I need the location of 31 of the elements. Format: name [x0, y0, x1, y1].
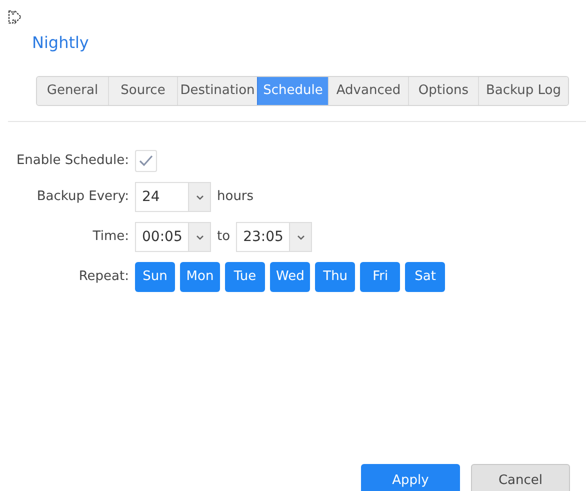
chevron-down-icon [196, 234, 204, 240]
tab[interactable]: Destination [177, 77, 257, 105]
dropdown[interactable]: 23:05 [236, 222, 312, 252]
range-separator: to [217, 228, 230, 246]
cursor-icon [8, 10, 22, 26]
apply-button[interactable]: Apply [361, 464, 460, 491]
page-title: Nightly [32, 32, 89, 54]
field-label: Backup Every: [36, 188, 130, 206]
field-label: Repeat: [78, 268, 130, 286]
unit-label: hours [217, 188, 254, 206]
day-toggle[interactable]: Mon [180, 262, 220, 292]
field-label: Enable Schedule: [15, 152, 130, 170]
checkmark-icon [139, 155, 153, 167]
chevron-down-icon [196, 194, 204, 200]
day-toggle[interactable]: Sat [405, 262, 446, 292]
tab[interactable]: General [37, 77, 108, 105]
day-toggle[interactable]: Wed [270, 262, 310, 292]
day-toggle[interactable]: Tue [225, 262, 265, 292]
tab[interactable]: Source [108, 77, 177, 105]
chevron-down-icon [296, 234, 305, 240]
tab[interactable]: Backup Log [478, 77, 568, 105]
dropdown[interactable]: 00:05 [135, 222, 211, 252]
tab[interactable]: Options [408, 77, 478, 105]
field-label: Time: [92, 228, 130, 246]
day-toggle[interactable]: Thu [315, 262, 356, 292]
day-toggle[interactable]: Fri [360, 262, 400, 292]
dropdown[interactable]: 24 [135, 182, 211, 212]
day-toggle[interactable]: Sun [135, 262, 175, 292]
checkbox[interactable] [135, 150, 157, 172]
tab[interactable]: Advanced [328, 77, 408, 105]
cancel-button[interactable]: Cancel [471, 464, 570, 491]
